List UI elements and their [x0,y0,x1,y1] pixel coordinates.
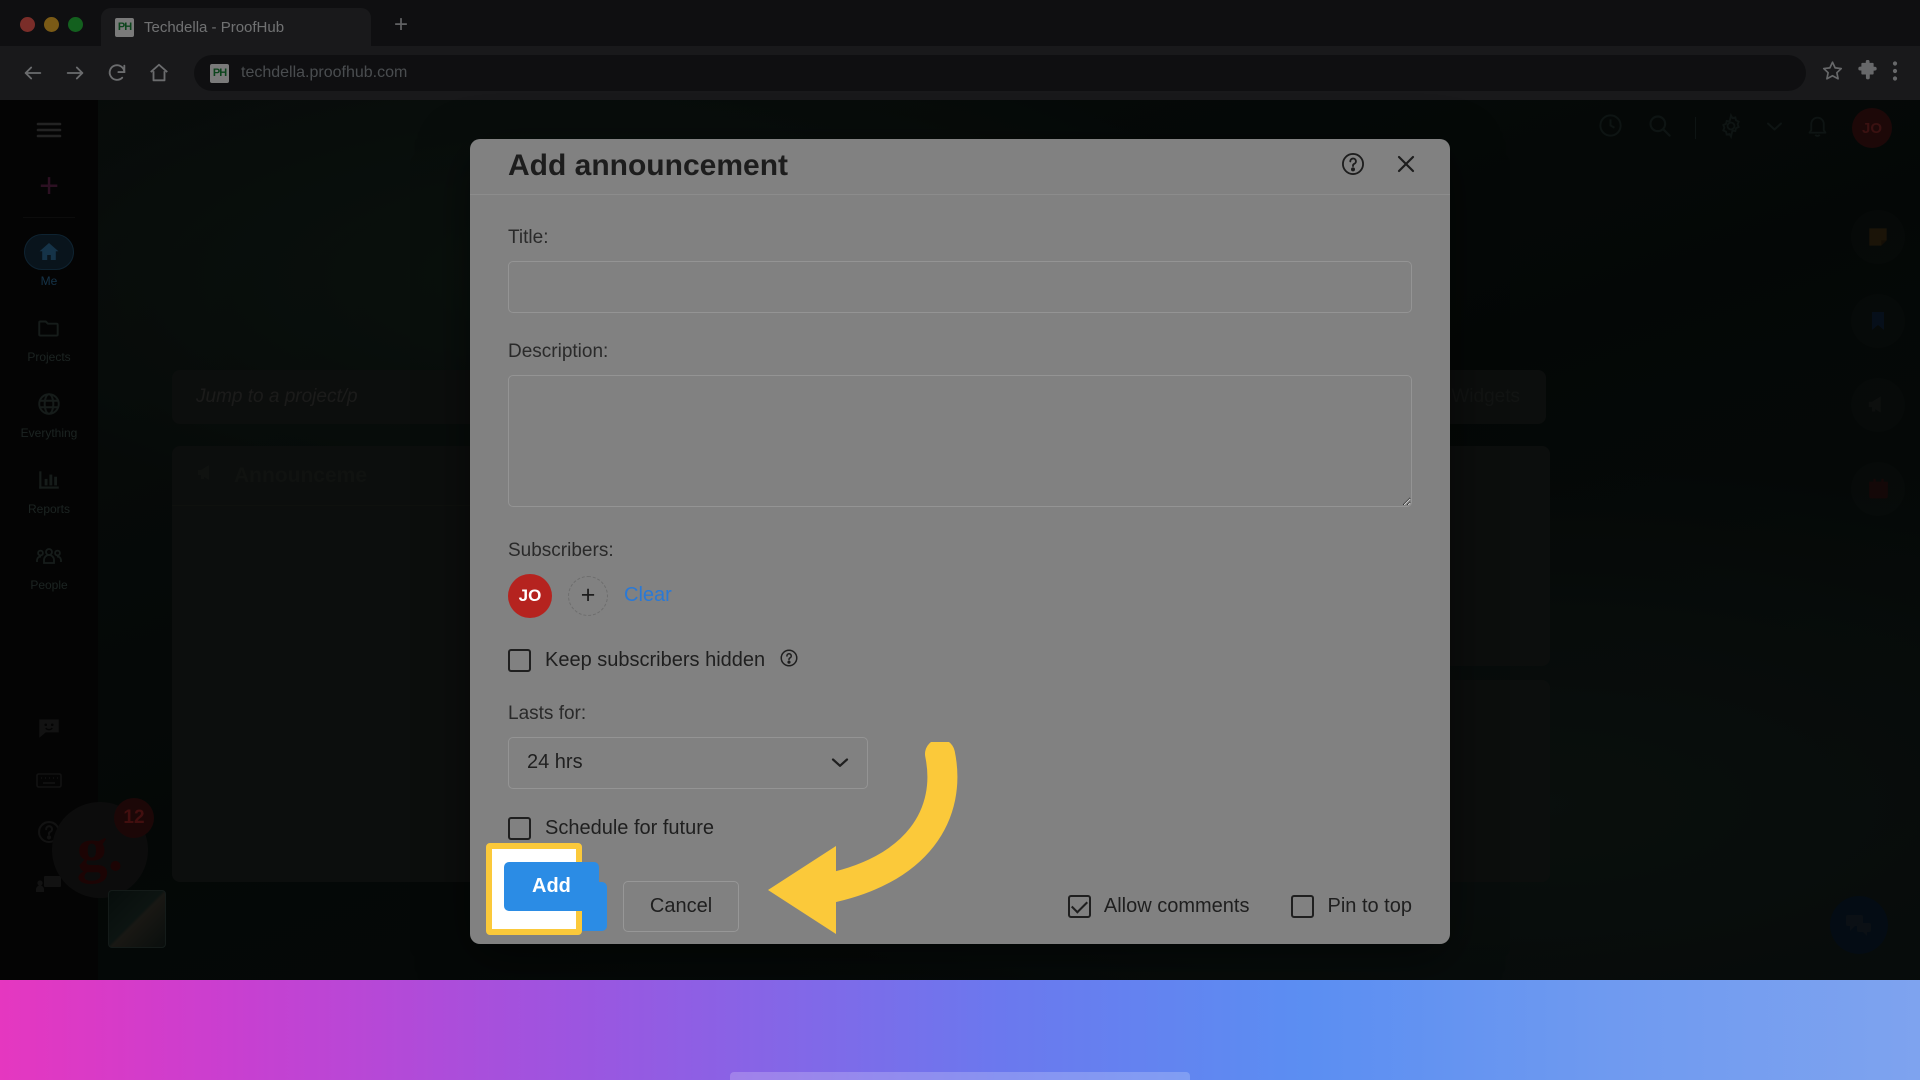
allow-comments-label: Allow comments [1103,895,1250,918]
annotation-arrow [768,742,958,934]
keep-subscribers-hidden-checkbox[interactable] [508,648,531,672]
highlighted-add-button[interactable]: Add [504,862,599,911]
lasts-for-label: Lasts for: [508,702,587,724]
allow-comments-checkbox[interactable] [1067,895,1091,919]
add-announcement-modal: Add announcement Title: Description: Sub… [470,139,1450,944]
subscribers-label: Subscribers: [508,539,614,561]
wallpaper-notch [730,1072,1190,1080]
footer-options: Allow comments Pin to top [1067,895,1412,919]
question-circle-icon[interactable] [779,648,799,673]
pin-to-top-checkbox[interactable] [1291,895,1315,919]
keep-hidden-row[interactable]: Keep subscribers hidden [508,648,1412,673]
description-textarea[interactable] [508,374,1412,507]
modal-header-actions [1340,151,1418,182]
clear-subscribers-link[interactable]: Clear [624,584,672,607]
subscribers-row: JO + Clear [508,573,1412,618]
pin-to-top-label: Pin to top [1327,895,1412,918]
subscriber-avatar[interactable]: JO [508,573,552,618]
schedule-for-future-checkbox[interactable] [508,816,531,840]
title-input[interactable] [508,260,1412,313]
add-subscriber-button[interactable]: + [568,575,608,616]
title-field-label: Title: [508,226,549,248]
desktop-wallpaper-bar [0,980,1920,1080]
pin-to-top-row[interactable]: Pin to top [1291,895,1412,919]
lasts-for-value: 24 hrs [527,751,583,774]
question-circle-icon[interactable] [1340,151,1366,182]
allow-comments-row[interactable]: Allow comments [1067,895,1250,919]
browser-window: PH Techdella - ProofHub + PH techdella.p… [0,0,1920,1080]
keep-hidden-label: Keep subscribers hidden [545,648,766,671]
modal-header: Add announcement [470,139,1450,195]
description-field-label: Description: [508,340,609,362]
close-icon[interactable] [1394,152,1418,181]
modal-footer: Add Cancel Allow comments Pin to top [470,870,1450,944]
modal-body: Title: Description: Subscribers: JO + Cl… [470,195,1450,870]
modal-title: Add announcement [508,149,789,183]
